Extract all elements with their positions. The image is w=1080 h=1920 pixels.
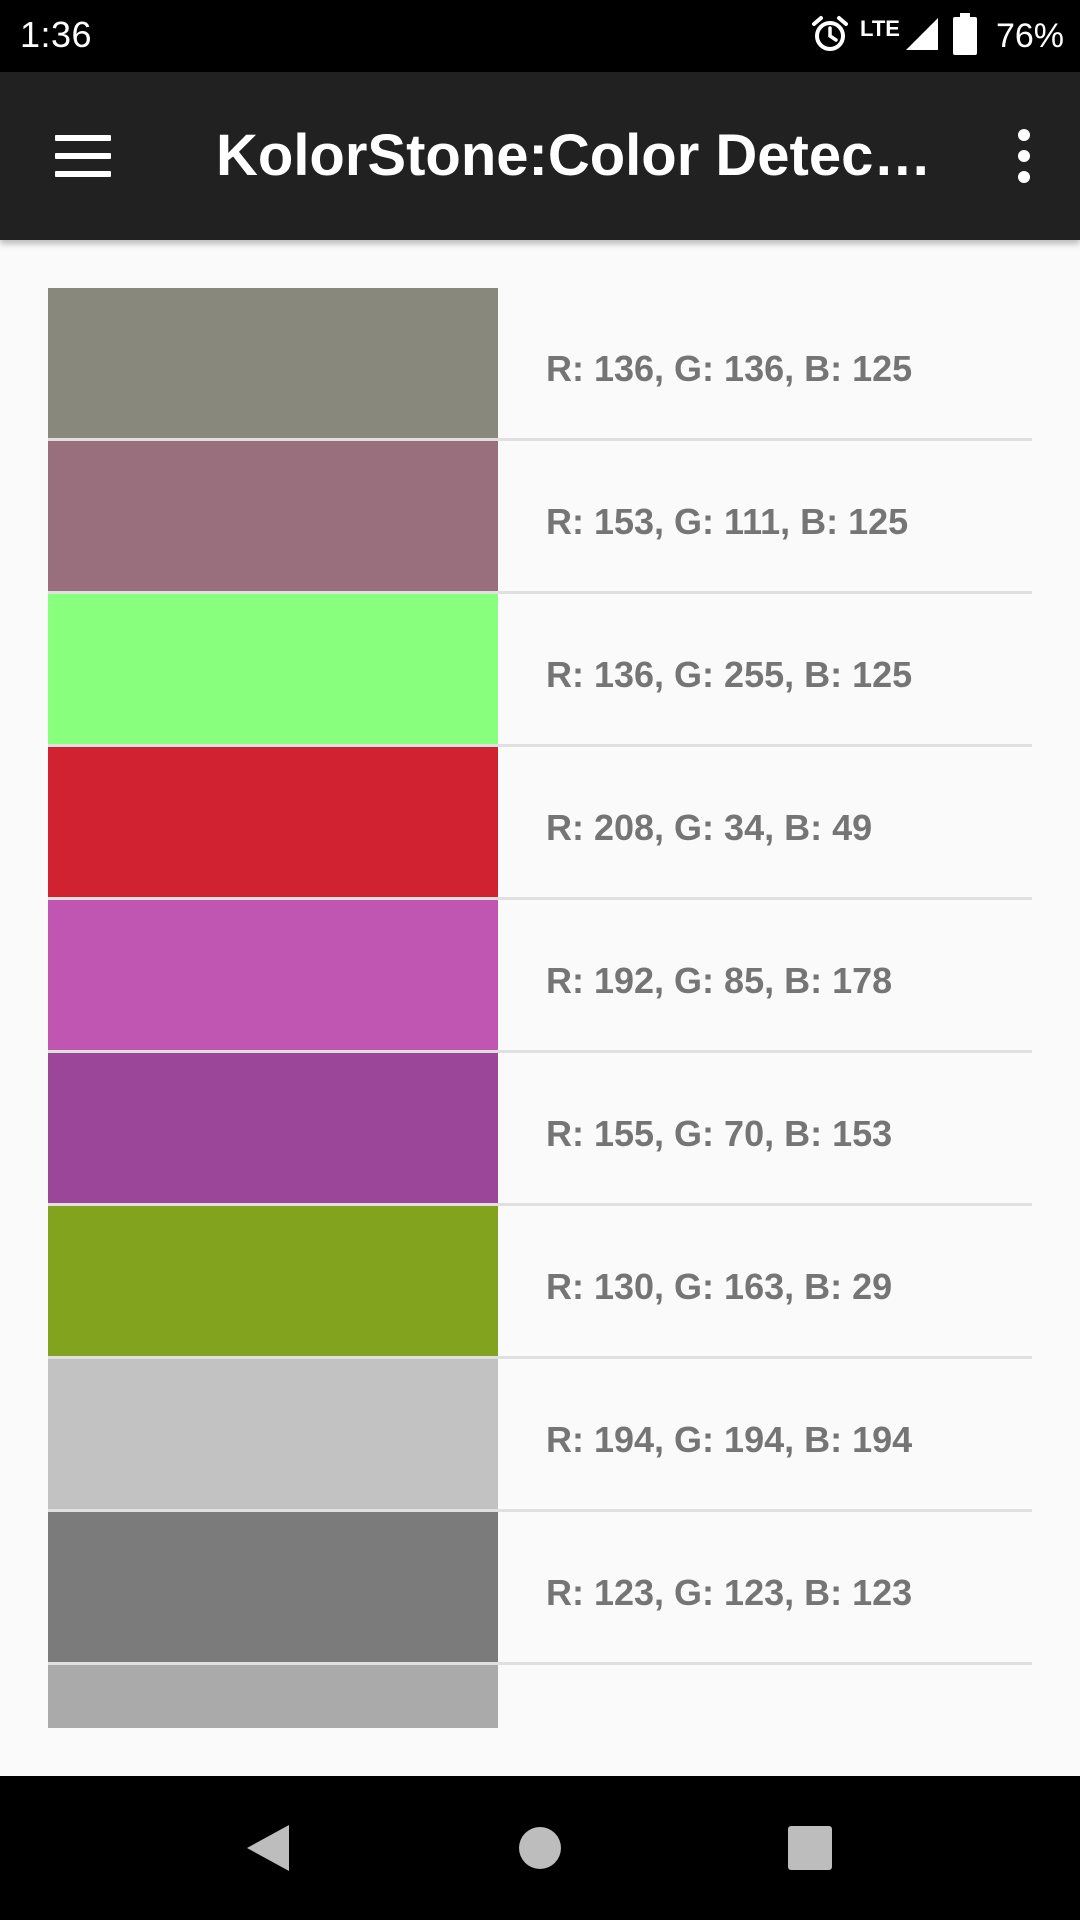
color-swatch xyxy=(48,900,498,1050)
battery-icon xyxy=(950,12,980,61)
color-row[interactable]: R: 192, G: 85, B: 178 xyxy=(48,900,1032,1053)
recent-apps-icon[interactable] xyxy=(750,1776,870,1920)
color-swatch xyxy=(48,1359,498,1509)
color-swatch xyxy=(48,288,498,438)
color-row[interactable]: R: 130, G: 163, B: 29 xyxy=(48,1206,1032,1359)
rgb-label: R: 153, G: 111, B: 125 xyxy=(546,501,909,542)
color-swatch xyxy=(48,1206,498,1356)
menu-icon[interactable] xyxy=(40,116,126,196)
alarm-icon xyxy=(810,14,850,59)
rgb-label: R: 136, G: 136, B: 125 xyxy=(546,348,913,389)
page-title: KolorStone:Color Detecti… xyxy=(216,123,936,188)
color-row[interactable] xyxy=(48,1665,1032,1728)
back-icon[interactable] xyxy=(208,1776,328,1920)
color-swatch xyxy=(48,594,498,744)
rgb-label xyxy=(498,1665,546,1728)
color-list[interactable]: R: 136, G: 136, B: 125 R: 153, G: 111, B… xyxy=(48,288,1032,1728)
rgb-label: R: 192, G: 85, B: 178 xyxy=(546,960,893,1001)
color-row[interactable]: R: 155, G: 70, B: 153 xyxy=(48,1053,1032,1206)
network-type: LTE xyxy=(860,16,900,41)
home-icon[interactable] xyxy=(480,1776,600,1920)
rgb-label: R: 155, G: 70, B: 153 xyxy=(546,1113,893,1154)
color-swatch xyxy=(48,441,498,591)
color-row[interactable]: R: 123, G: 123, B: 123 xyxy=(48,1512,1032,1665)
status-bar: 1:36 LTE 76% xyxy=(0,0,1080,72)
color-swatch xyxy=(48,1053,498,1203)
signal-icon xyxy=(904,16,940,57)
color-swatch xyxy=(48,747,498,897)
color-row[interactable]: R: 208, G: 34, B: 49 xyxy=(48,747,1032,900)
app-bar: KolorStone:Color Detecti… xyxy=(0,72,1080,240)
color-swatch xyxy=(48,1512,498,1662)
rgb-label: R: 123, G: 123, B: 123 xyxy=(546,1572,913,1613)
status-icons: LTE 76% xyxy=(810,0,1064,72)
rgb-label: R: 194, G: 194, B: 194 xyxy=(546,1419,913,1460)
color-row[interactable]: R: 136, G: 255, B: 125 xyxy=(48,594,1032,747)
color-swatch xyxy=(48,1665,498,1728)
rgb-label: R: 208, G: 34, B: 49 xyxy=(546,807,873,848)
color-row[interactable]: R: 153, G: 111, B: 125 xyxy=(48,441,1032,594)
more-options-icon[interactable] xyxy=(988,116,1060,196)
color-row[interactable]: R: 194, G: 194, B: 194 xyxy=(48,1359,1032,1512)
status-time: 1:36 xyxy=(20,14,93,55)
rgb-label: R: 130, G: 163, B: 29 xyxy=(546,1266,893,1307)
battery-percent: 76% xyxy=(995,16,1064,55)
navigation-bar xyxy=(0,1776,1080,1920)
color-row[interactable]: R: 136, G: 136, B: 125 xyxy=(48,288,1032,441)
rgb-label: R: 136, G: 255, B: 125 xyxy=(546,654,913,695)
